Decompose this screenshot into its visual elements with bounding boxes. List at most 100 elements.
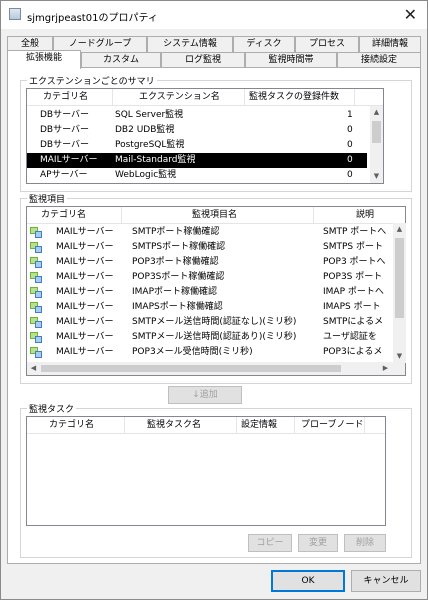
tasks-header: カテゴリ名 監視タスク名 設定情報 プローブノード [27, 417, 385, 434]
item-row[interactable]: MAILサーバー POP3メール受信時間(ミリ秒) POP3によるメ [26, 345, 392, 359]
item-row[interactable]: MAILサーバー IMAPSポート稼働確認 IMAPS ポート [26, 300, 392, 315]
tasks-group-title: 監視タスク [27, 402, 77, 415]
item-cell-category: MAILサーバー [56, 332, 114, 342]
scroll-right-icon[interactable]: ▶ [379, 362, 392, 375]
monitor-item-icon [30, 347, 42, 358]
monitor-item-icon [30, 227, 42, 238]
item-cell-category: MAILサーバー [56, 272, 114, 282]
tasks-col-settings[interactable]: 設定情報 [237, 417, 295, 433]
summary-cell-count: 1 [347, 110, 353, 120]
item-row[interactable]: MAILサーバー SMTPSポート稼働確認 SMTPS ポート [26, 240, 392, 255]
summary-cell-count: 0 [347, 170, 353, 179]
scroll-up-icon[interactable]: ▲ [393, 223, 406, 236]
item-row[interactable]: MAILサーバー SMTPメール送信時間(認証なし)(ミリ秒) SMTPによるメ [26, 315, 392, 330]
tab-system-info[interactable]: システム情報 [147, 36, 233, 53]
tab-process[interactable]: プロセス [295, 36, 359, 53]
monitor-item-icon [30, 317, 42, 328]
tasks-col-category[interactable]: カテゴリ名 [27, 417, 125, 433]
summary-cell-extension: SQL Server監視 [115, 110, 184, 120]
summary-col-count[interactable]: 監視タスクの登録件数 [245, 89, 355, 105]
window-icon [9, 8, 21, 20]
tab-extensions[interactable]: 拡張機能 [7, 50, 81, 69]
item-row[interactable]: MAILサーバー POP3Sポート稼働確認 POP3S ポート [26, 270, 392, 285]
cancel-button[interactable]: キャンセル [351, 570, 421, 592]
change-button[interactable]: 変更 [298, 534, 338, 552]
item-row[interactable]: MAILサーバー SMTPポート稼働確認 SMTP ポートへ [26, 225, 392, 240]
tab-details[interactable]: 詳細情報 [359, 36, 421, 53]
monitor-item-icon [30, 287, 42, 298]
summary-col-extension[interactable]: エクステンション名 [113, 89, 245, 105]
item-cell-desc: IMAP ポートへ [323, 287, 384, 297]
summary-row[interactable]: DBサーバー DB2 UDB監視 0 [27, 123, 372, 138]
summary-header: カテゴリ名 エクステンション名 監視タスクの登録件数 [27, 89, 383, 106]
item-cell-name: SMTPSポート稼働確認 [132, 242, 226, 252]
scroll-thumb[interactable] [41, 365, 341, 372]
item-cell-desc: IMAPS ポート [323, 302, 381, 312]
item-cell-name: SMTPメール送信時間(認証あり)(ミリ秒) [132, 332, 297, 342]
summary-cell-count: 0 [347, 155, 353, 165]
items-hscrollbar[interactable]: ◀ ▶ [27, 362, 405, 375]
summary-cell-category: APサーバー [40, 170, 88, 179]
item-cell-desc: SMTPによるメ [323, 317, 384, 327]
scroll-thumb[interactable] [372, 121, 381, 143]
item-row[interactable]: MAILサーバー IMAPポート稼働確認 IMAP ポートへ [26, 285, 392, 300]
summary-cell-extension: DB2 UDB監視 [115, 125, 175, 135]
item-cell-name: POP3Sポート稼働確認 [132, 272, 225, 282]
scroll-thumb[interactable] [395, 238, 404, 318]
item-row[interactable]: MAILサーバー SMTPメール送信時間(認証あり)(ミリ秒) ユーザ認証を [26, 330, 392, 345]
add-button[interactable]: ↓追加 [168, 386, 242, 404]
summary-cell-category: DBサーバー [40, 110, 90, 120]
item-cell-desc: POP3によるメ [323, 347, 383, 357]
item-cell-name: SMTPメール送信時間(認証なし)(ミリ秒) [132, 317, 297, 327]
summary-cell-count: 0 [347, 140, 353, 150]
summary-cell-category: MAILサーバー [40, 155, 98, 165]
summary-cell-category: DBサーバー [40, 140, 90, 150]
item-cell-desc: SMTPS ポート [323, 242, 383, 252]
summary-row[interactable]: DBサーバー PostgreSQL監視 0 [27, 138, 372, 153]
item-cell-desc: POP3 ポートへ [323, 257, 386, 267]
item-cell-desc: ユーザ認証を [323, 332, 377, 342]
monitor-item-icon [30, 272, 42, 283]
properties-window: sjmgrjpeast01のプロパティ ✕ 全般 ノードグループ システム情報 … [0, 0, 428, 600]
summary-cell-extension: PostgreSQL監視 [115, 140, 185, 150]
item-row[interactable]: MAILサーバー POP3ポート稼働確認 POP3 ポートへ [26, 255, 392, 270]
summary-row-selected[interactable]: MAILサーバー Mail-Standard監視 0 [27, 153, 367, 168]
title-bar: sjmgrjpeast01のプロパティ ✕ [1, 1, 427, 29]
tab-disk[interactable]: ディスク [233, 36, 295, 53]
item-cell-name: POP3メール受信時間(ミリ秒) [132, 347, 253, 357]
ok-button[interactable]: OK [271, 570, 345, 592]
item-cell-category: MAILサーバー [56, 257, 114, 267]
items-group-title: 監視項目 [27, 192, 68, 205]
scroll-up-icon[interactable]: ▲ [370, 106, 383, 119]
item-cell-name: IMAPポート稼働確認 [132, 287, 218, 297]
item-cell-category: MAILサーバー [56, 347, 114, 357]
item-cell-desc: POP3S ポート [323, 272, 383, 282]
item-cell-category: MAILサーバー [56, 317, 114, 327]
copy-button[interactable]: コピー [248, 534, 292, 552]
summary-cell-extension: WebLogic監視 [115, 170, 177, 179]
item-cell-name: SMTPポート稼働確認 [132, 227, 220, 237]
summary-vscrollbar[interactable]: ▲ ▼ [370, 106, 383, 183]
tasks-col-probe[interactable]: プローブノード [295, 417, 365, 433]
item-cell-name: POP3ポート稼働確認 [132, 257, 219, 267]
item-cell-desc: SMTP ポートへ [323, 227, 387, 237]
items-rows: MAILサーバー SMTPポート稼働確認 SMTP ポートへ MAILサーバー SMTP… [26, 206, 392, 359]
window-title: sjmgrjpeast01のプロパティ [27, 13, 158, 24]
item-cell-category: MAILサーバー [56, 242, 114, 252]
tasks-list[interactable]: カテゴリ名 監視タスク名 設定情報 プローブノード [26, 416, 386, 526]
item-cell-category: MAILサーバー [56, 287, 114, 297]
close-icon[interactable]: ✕ [404, 5, 417, 24]
scroll-down-icon[interactable]: ▼ [370, 170, 383, 183]
summary-group-title: エクステンションごとのサマリ [27, 74, 157, 87]
scroll-left-icon[interactable]: ◀ [27, 362, 40, 375]
item-cell-name: IMAPSポート稼働確認 [132, 302, 223, 312]
items-vscrollbar[interactable]: ▲ ▼ [393, 223, 406, 363]
delete-button[interactable]: 削除 [344, 534, 386, 552]
summary-col-category[interactable]: カテゴリ名 [27, 89, 113, 105]
summary-list[interactable]: カテゴリ名 エクステンション名 監視タスクの登録件数 DBサーバー SQL Se… [26, 88, 384, 184]
summary-row[interactable]: DBサーバー SQL Server監視 1 [27, 108, 372, 123]
tab-panel: エクステンションごとのサマリ カテゴリ名 エクステンション名 監視タスクの登録件… [7, 67, 421, 564]
summary-cell-count: 0 [347, 125, 353, 135]
summary-row[interactable]: APサーバー WebLogic監視 0 [27, 168, 372, 179]
tasks-col-name[interactable]: 監視タスク名 [125, 417, 237, 433]
